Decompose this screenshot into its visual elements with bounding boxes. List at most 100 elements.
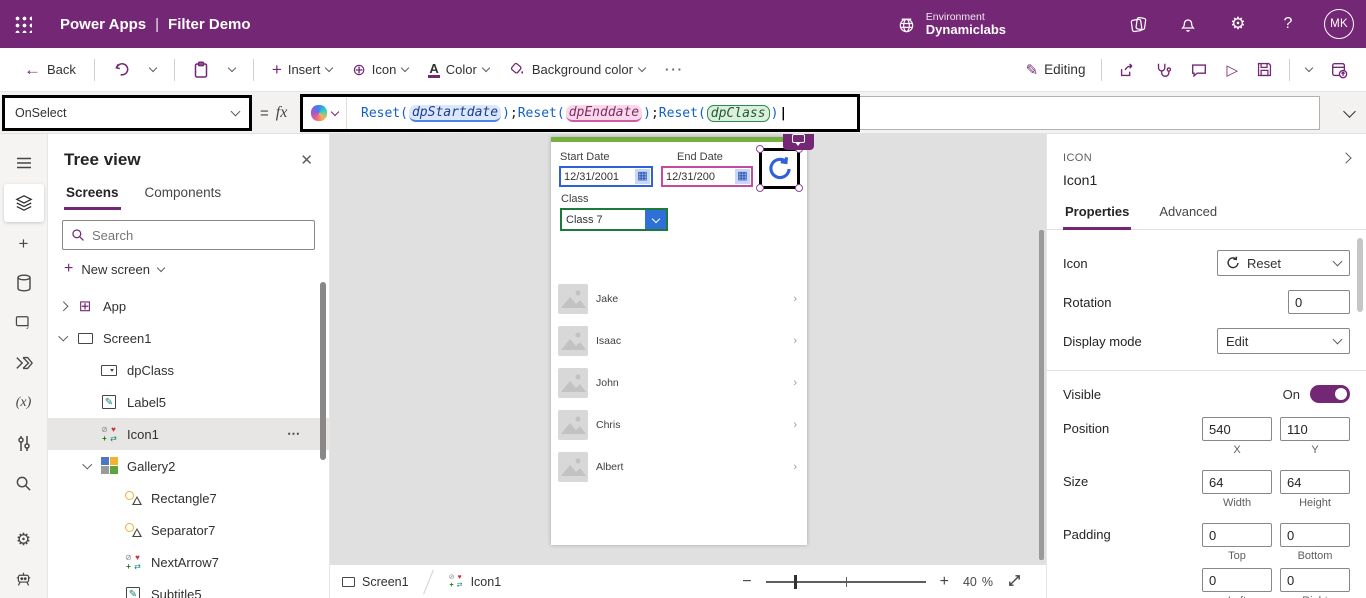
tab-properties[interactable]: Properties [1063, 200, 1131, 230]
app-artboard[interactable]: Start Date 12/31/2001 ▦ End Date 12/31/2… [551, 137, 807, 545]
tree-item[interactable]: ⊞ ✎ ⊘♥+⇄ Gallery2 ⋯ [48, 450, 329, 482]
insert-button[interactable]: + Insert [264, 54, 340, 86]
canvas-scrollbar[interactable] [1039, 230, 1044, 560]
zoom-slider[interactable] [766, 581, 926, 583]
settings-gear-icon[interactable]: ⚙ [1224, 10, 1252, 38]
selection-handle[interactable] [795, 184, 803, 192]
expand-chevron-icon[interactable] [84, 464, 100, 468]
tree-item[interactable]: ⊞ ✎ ⊘♥+⇄ Separator7 ⋯ [48, 514, 329, 546]
copilot-formula-button[interactable] [303, 97, 347, 129]
paste-button[interactable] [185, 55, 217, 85]
class-dropdown[interactable]: Class 7 [560, 208, 668, 231]
size-height-input[interactable] [1280, 470, 1350, 494]
formula-code[interactable]: Reset(dpStartdate);Reset(dpEnddate);Rese… [347, 105, 787, 122]
selection-handle[interactable] [756, 184, 764, 192]
start-date-picker[interactable]: 12/31/2001 ▦ [559, 166, 653, 187]
undo-button[interactable] [105, 55, 138, 84]
back-button[interactable]: ← Back [16, 54, 84, 86]
tree-item[interactable]: ⊞ ✎ ⊘♥+⇄ Icon1 ⋯ [48, 418, 329, 450]
breadcrumb-control[interactable]: Icon1 [471, 575, 502, 589]
next-arrow-icon[interactable]: › [793, 293, 797, 305]
rail-settings-gear-icon[interactable]: ⚙ [4, 520, 44, 558]
tree-item[interactable]: ⊞ ✎ ⊘♥+⇄ dpClass ⋯ [48, 354, 329, 386]
paste-menu-chevron[interactable] [221, 62, 243, 77]
next-arrow-icon[interactable]: › [793, 377, 797, 389]
toolbar-overflow-button[interactable]: ··· [657, 56, 692, 83]
fit-to-window-icon[interactable] [1007, 573, 1022, 591]
color-button[interactable]: A Color [420, 56, 496, 84]
tab-screens[interactable]: Screens [64, 180, 121, 210]
copilot-icon[interactable] [1124, 10, 1152, 38]
size-width-input[interactable] [1202, 470, 1272, 494]
comments-button[interactable] [1182, 55, 1216, 85]
notifications-bell-icon[interactable] [1174, 10, 1202, 38]
background-color-button[interactable]: Background color [501, 55, 653, 84]
item-menu-ellipsis[interactable]: ⋯ [287, 426, 301, 442]
zoom-slider-thumb[interactable] [794, 575, 797, 589]
environment-picker[interactable]: Environment Dynamiclabs [897, 11, 1006, 38]
next-arrow-icon[interactable]: › [793, 461, 797, 473]
save-menu-chevron[interactable] [1298, 62, 1320, 77]
dropdown-button[interactable] [645, 210, 666, 229]
tree-search-box[interactable] [62, 220, 315, 250]
next-arrow-icon[interactable]: › [793, 419, 797, 431]
position-y-input[interactable] [1280, 417, 1350, 441]
tree-item[interactable]: ⊞ ✎ ⊘♥+⇄ Screen1 ⋯ [48, 322, 329, 354]
padding-right-input[interactable] [1280, 568, 1350, 592]
new-screen-button[interactable]: + New screen [48, 250, 329, 288]
publish-button[interactable] [1322, 55, 1356, 85]
rail-variables-icon[interactable]: (x) [4, 384, 44, 422]
tree-item[interactable]: ⊞ ✎ ⊘♥+⇄ Subtitle5 ⋯ [48, 578, 329, 598]
gallery-item[interactable]: Albert › [551, 446, 807, 488]
zoom-in-button[interactable]: + [940, 573, 949, 591]
padding-bottom-input[interactable] [1280, 523, 1350, 547]
tree-item[interactable]: ⊞ ✎ ⊘♥+⇄ App ⋯ [48, 290, 329, 322]
editing-mode-button[interactable]: ✎ Editing [1018, 55, 1094, 85]
share-button[interactable] [1110, 55, 1144, 85]
reset-icon-control-selected[interactable] [759, 148, 800, 189]
expand-chevron-icon[interactable] [60, 336, 76, 340]
tree-scrollbar[interactable] [320, 282, 326, 460]
rail-menu-icon[interactable] [4, 144, 44, 182]
preview-play-button[interactable]: ▷ [1218, 55, 1246, 85]
expand-chevron-icon[interactable] [60, 303, 76, 310]
rail-tree-view-icon[interactable] [4, 184, 44, 222]
icon-dropdown[interactable]: Reset [1217, 250, 1350, 276]
calendar-icon[interactable]: ▦ [735, 169, 750, 184]
property-selector[interactable]: OnSelect [2, 95, 252, 131]
comment-badge[interactable] [783, 134, 814, 150]
gallery-item[interactable]: Chris › [551, 404, 807, 446]
gallery-item[interactable]: Jake › [551, 278, 807, 320]
selection-handle[interactable] [756, 145, 764, 153]
undo-menu-chevron[interactable] [142, 62, 164, 77]
help-icon[interactable]: ? [1274, 10, 1302, 38]
padding-top-input[interactable] [1202, 523, 1272, 547]
tree-item[interactable]: ⊞ ✎ ⊘♥+⇄ NextArrow7 ⋯ [48, 546, 329, 578]
save-button[interactable] [1248, 55, 1281, 84]
tree-item[interactable]: ⊞ ✎ ⊘♥+⇄ Label5 ⋯ [48, 386, 329, 418]
zoom-out-button[interactable]: − [742, 573, 751, 591]
tab-advanced[interactable]: Advanced [1157, 200, 1219, 229]
rail-data-icon[interactable] [4, 264, 44, 302]
rail-power-automate-icon[interactable] [4, 344, 44, 382]
rail-search-icon[interactable] [4, 464, 44, 502]
position-x-input[interactable] [1202, 417, 1272, 441]
breadcrumb-screen[interactable]: Screen1 [362, 575, 409, 589]
gallery-item[interactable]: John › [551, 362, 807, 404]
icon-menu-button[interactable]: ⊕ Icon [344, 54, 416, 86]
panel-scrollbar[interactable] [1357, 238, 1363, 312]
formula-highlight-box[interactable]: Reset(dpStartdate);Reset(dpEnddate);Rese… [300, 94, 860, 132]
rail-insert-icon[interactable]: + [4, 224, 44, 262]
search-input[interactable] [92, 228, 306, 243]
rotation-input[interactable] [1288, 290, 1350, 314]
tab-components[interactable]: Components [143, 180, 224, 210]
app-checker-button[interactable] [1146, 55, 1180, 85]
rail-virtual-agent-icon[interactable] [4, 560, 44, 598]
close-icon[interactable]: ✕ [300, 151, 313, 169]
waffle-menu-icon[interactable] [0, 0, 46, 48]
rail-advanced-tools-icon[interactable] [4, 424, 44, 462]
end-date-picker[interactable]: 12/31/200 ▦ [661, 166, 753, 187]
next-arrow-icon[interactable]: › [793, 335, 797, 347]
user-avatar[interactable]: MK [1324, 9, 1354, 39]
padding-left-input[interactable] [1202, 568, 1272, 592]
